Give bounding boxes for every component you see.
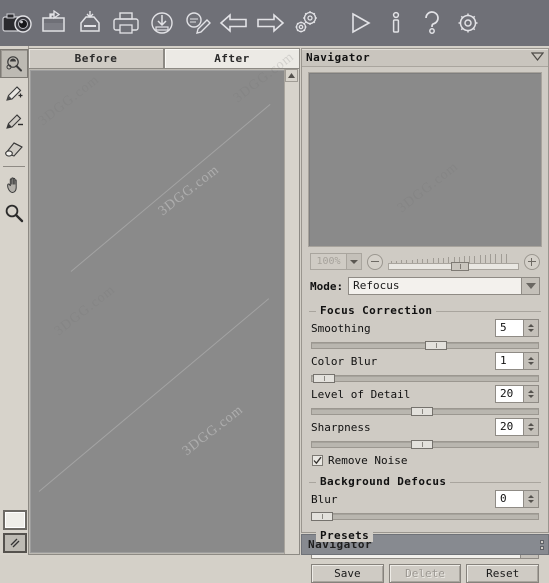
canvas-vertical-scrollbar[interactable] (284, 69, 299, 554)
redo-arrow-right-icon[interactable] (252, 3, 288, 43)
batch-gears-icon[interactable] (288, 3, 324, 43)
remove-noise-label: Remove Noise (328, 454, 408, 467)
level-of-detail-value: 20 (500, 387, 514, 400)
undo-arrow-left-icon[interactable] (216, 3, 252, 43)
smoothing-slider[interactable] (311, 341, 539, 350)
print-icon[interactable] (108, 3, 144, 43)
blur-slider-handle[interactable] (311, 512, 333, 521)
camera-capture-icon[interactable] (0, 3, 36, 43)
tool-eraser[interactable] (1, 135, 27, 162)
color-blur-slider-handle[interactable] (313, 374, 336, 383)
sharpness-slider-handle[interactable] (411, 440, 434, 449)
blur-value: 0 (500, 492, 507, 505)
tool-pencil-plus[interactable] (1, 79, 27, 106)
navigator-panel-header[interactable]: Navigator (302, 49, 548, 67)
zoom-dropdown-arrow-icon[interactable] (346, 254, 361, 269)
presets-title: Presets (316, 529, 374, 542)
sharpness-row: Sharpness 20 (311, 418, 539, 436)
delete-preset-button: Delete (388, 564, 462, 583)
blur-stepper-arrows[interactable] (523, 491, 538, 507)
zoom-level-value: 100% (316, 256, 341, 267)
settings-panel: Navigator 100% Mode: Refocus Focus Corre… (301, 48, 549, 583)
level-of-detail-spinner[interactable]: 20 (495, 385, 539, 403)
zoom-slider[interactable] (388, 253, 519, 271)
blur-row: Blur 0 (311, 490, 539, 508)
zoom-controls-row: 100% (302, 247, 548, 275)
image-canvas-area: 3DGG.com 3DGG.com 3DGG.com 3DGG.com (28, 68, 300, 555)
share-download-icon[interactable] (144, 3, 180, 43)
edit-image-icon[interactable] (180, 3, 216, 43)
help-question-icon[interactable] (414, 3, 450, 43)
sharpness-label: Sharpness (311, 420, 371, 434)
image-view-tabs: Before After (28, 48, 300, 70)
smoothing-label: Smoothing (311, 321, 371, 335)
mode-label: Mode: (310, 279, 344, 293)
level-of-detail-stepper-arrows[interactable] (523, 386, 538, 402)
mode-dropdown-arrow-icon[interactable] (521, 278, 539, 294)
background-color-swatch[interactable] (3, 533, 27, 553)
background-defocus-title: Background Defocus (316, 475, 451, 488)
image-canvas[interactable]: 3DGG.com 3DGG.com 3DGG.com 3DGG.com (30, 70, 285, 553)
tool-hand[interactable] (1, 171, 27, 198)
focus-correction-title: Focus Correction (316, 304, 437, 317)
navigator-preview[interactable] (308, 72, 542, 247)
focus-correction-group: Focus Correction Smoothing 5 Color Blur (309, 302, 541, 471)
level-of-detail-slider-handle[interactable] (411, 407, 434, 416)
info-icon[interactable] (378, 3, 414, 43)
color-blur-label: Color Blur (311, 354, 378, 368)
run-play-icon[interactable] (342, 3, 378, 43)
remove-noise-checkbox[interactable] (312, 455, 323, 466)
blur-spinner[interactable]: 0 (495, 490, 539, 508)
collapse-chevron-down-icon[interactable] (530, 50, 545, 66)
color-blur-stepper-arrows[interactable] (523, 353, 538, 369)
reset-preset-button[interactable]: Reset (466, 564, 540, 583)
foreground-color-swatch[interactable] (3, 510, 27, 530)
color-blur-row: Color Blur 1 (311, 352, 539, 370)
smoothing-stepper-arrows[interactable] (523, 320, 538, 336)
preferences-gear-icon[interactable] (450, 3, 486, 43)
tool-divider (3, 166, 25, 167)
smoothing-spinner[interactable]: 5 (495, 319, 539, 337)
open-file-icon[interactable] (36, 3, 72, 43)
top-toolbar (0, 0, 549, 46)
smoothing-value: 5 (500, 321, 507, 334)
color-blur-spinner[interactable]: 1 (495, 352, 539, 370)
zoom-slider-handle[interactable] (450, 261, 469, 271)
save-file-icon[interactable] (72, 3, 108, 43)
remove-noise-row[interactable]: Remove Noise (312, 454, 539, 467)
tool-sidebar (0, 46, 29, 555)
tool-zoom[interactable] (1, 199, 27, 226)
mode-row: Mode: Refocus (302, 275, 548, 301)
zoom-level-combo[interactable]: 100% (310, 253, 362, 270)
smoothing-row: Smoothing 5 (311, 319, 539, 337)
sharpness-value: 20 (500, 420, 514, 433)
tool-pencil-minus[interactable] (1, 107, 27, 134)
tab-after[interactable]: After (164, 48, 300, 70)
sharpness-stepper-arrows[interactable] (523, 419, 538, 435)
mode-select[interactable]: Refocus (348, 277, 540, 295)
preset-buttons: Save Delete Reset (311, 564, 540, 583)
level-of-detail-slider[interactable] (311, 407, 539, 416)
color-swatches (3, 510, 27, 553)
smoothing-slider-handle[interactable] (425, 341, 447, 350)
blur-label: Blur (311, 492, 338, 506)
sharpness-spinner[interactable]: 20 (495, 418, 539, 436)
color-blur-slider[interactable] (311, 374, 539, 383)
tab-before[interactable]: Before (28, 48, 164, 70)
navigator-title: Navigator (306, 50, 371, 64)
color-blur-value: 1 (500, 354, 507, 367)
background-defocus-group: Background Defocus Blur 0 (309, 473, 541, 525)
save-preset-button[interactable]: Save (311, 564, 384, 583)
app-window: Before After 3DGG.com 3DGG.com 3DGG.com … (0, 0, 549, 583)
mode-value: Refocus (353, 279, 400, 292)
blur-slider[interactable] (311, 512, 539, 521)
tool-focus-area[interactable] (0, 49, 28, 78)
zoom-in-button[interactable] (524, 253, 540, 270)
zoom-out-button[interactable] (367, 253, 383, 270)
resize-grip-icon[interactable] (538, 537, 546, 553)
level-of-detail-label: Level of Detail (311, 387, 411, 401)
scroll-up-arrow-icon[interactable] (285, 69, 298, 82)
level-of-detail-row: Level of Detail 20 (311, 385, 539, 403)
sharpness-slider[interactable] (311, 440, 539, 449)
